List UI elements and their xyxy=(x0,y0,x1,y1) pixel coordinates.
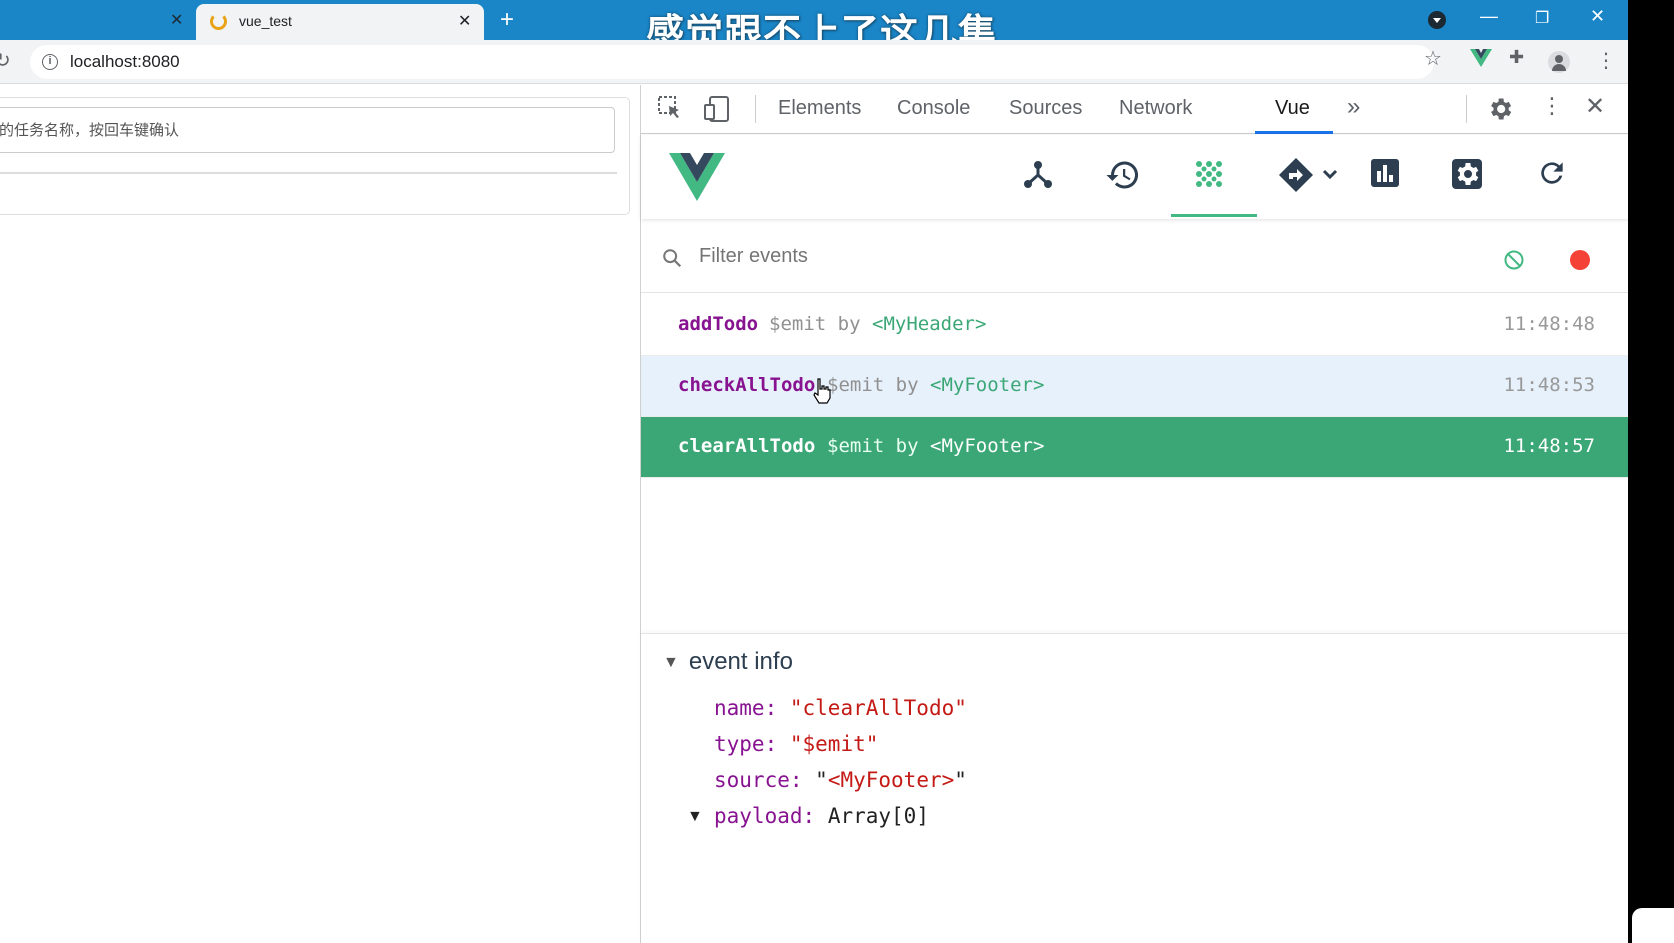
performance-icon[interactable] xyxy=(1369,157,1401,194)
info-type: type: "$emit" xyxy=(714,732,879,756)
event-row-selected[interactable]: clearAllTodo $emit by <MyFooter> 11:48:5… xyxy=(641,417,1628,478)
event-time: 11:48:57 xyxy=(1503,435,1595,457)
filter-events-row xyxy=(641,223,1628,293)
app-page: 的任务名称，按回车键确认 xyxy=(0,85,640,943)
event-emit-text: $emit by <MyFooter> xyxy=(827,435,1045,457)
search-icon xyxy=(661,247,683,274)
event-emit-text: $emit by <MyFooter> xyxy=(827,374,1045,396)
event-name: addTodo xyxy=(678,313,759,335)
title-bar: ✕ vue_test ✕ + 感觉跟不上了这几集 — ❐ ✕ xyxy=(0,0,1628,55)
router-icon[interactable] xyxy=(1278,157,1342,198)
event-name: checkAllTodo xyxy=(678,374,816,396)
divider xyxy=(0,172,617,174)
bookmark-star-icon[interactable]: ☆ xyxy=(1424,46,1442,71)
tab-elements[interactable]: Elements xyxy=(778,97,861,120)
address-bar: ↻ i localhost:8080 ☆ ✚ ⋮ xyxy=(0,40,1628,84)
clear-events-icon[interactable] xyxy=(1503,249,1525,276)
event-info-header[interactable]: ▼ event info xyxy=(663,648,793,676)
tab-title: vue_test xyxy=(239,13,292,29)
info-payload[interactable]: payload: Array[0] xyxy=(714,804,929,828)
tab-network[interactable]: Network xyxy=(1119,97,1192,120)
minimize-button[interactable]: — xyxy=(1480,6,1498,27)
video-frame-border xyxy=(1628,0,1674,943)
components-icon[interactable] xyxy=(1021,157,1055,196)
more-tabs-icon[interactable]: » xyxy=(1347,93,1360,121)
new-tab-button[interactable]: + xyxy=(500,6,514,34)
record-events-icon[interactable] xyxy=(1570,250,1590,270)
info-source: source: "<MyFooter>" xyxy=(714,768,967,792)
devtools-panel: Elements Console Sources Network Vue » ⋮… xyxy=(640,85,1628,943)
event-row[interactable]: checkAllTodo $emit by <MyFooter> 11:48:5… xyxy=(641,356,1628,417)
omnibox[interactable]: i localhost:8080 xyxy=(30,45,1434,79)
separator xyxy=(755,95,756,123)
url-text[interactable]: localhost:8080 xyxy=(70,52,180,72)
refresh-icon[interactable] xyxy=(1536,157,1568,194)
active-vue-tab-indicator xyxy=(1171,214,1257,217)
reload-icon[interactable]: ↻ xyxy=(0,48,11,73)
event-time: 11:48:48 xyxy=(1503,313,1595,335)
event-time: 11:48:53 xyxy=(1503,374,1595,396)
inspect-element-icon[interactable] xyxy=(657,95,683,126)
event-info-panel: ▼ event info name: "clearAllTodo" type: "… xyxy=(641,633,1628,943)
tab-sources[interactable]: Sources xyxy=(1009,97,1082,120)
info-name: name: "clearAllTodo" xyxy=(714,696,967,720)
watermark-icon xyxy=(1632,908,1674,943)
tab-close-icon[interactable]: ✕ xyxy=(458,11,471,31)
profile-avatar-icon[interactable] xyxy=(1548,51,1570,73)
event-source: <MyFooter> xyxy=(930,374,1045,396)
history-icon[interactable] xyxy=(1105,157,1141,198)
close-window-button[interactable]: ✕ xyxy=(1590,6,1605,27)
screen: ✕ vue_test ✕ + 感觉跟不上了这几集 — ❐ ✕ ↻ i local… xyxy=(0,0,1628,943)
todo-input[interactable]: 的任务名称，按回车键确认 xyxy=(0,107,615,153)
vue-devtools-extension-icon[interactable] xyxy=(1470,49,1492,72)
restore-button[interactable]: ❐ xyxy=(1535,8,1549,28)
extensions-puzzle-icon[interactable]: ✚ xyxy=(1509,47,1524,68)
separator xyxy=(1466,95,1467,123)
vue-logo-icon xyxy=(669,153,725,206)
tab-close-icon[interactable]: ✕ xyxy=(170,10,183,30)
vue-settings-icon[interactable] xyxy=(1450,157,1484,196)
tab-vue[interactable]: Vue xyxy=(1275,97,1310,120)
tab-previous[interactable]: ✕ xyxy=(0,0,196,40)
event-source: <MyHeader> xyxy=(872,313,987,335)
browser-menu-icon[interactable]: ⋮ xyxy=(1596,48,1616,73)
devtools-menu-icon[interactable]: ⋮ xyxy=(1541,93,1563,119)
events-icon[interactable] xyxy=(1194,159,1224,194)
favicon-icon xyxy=(210,13,227,30)
site-info-icon[interactable]: i xyxy=(42,54,58,70)
devtools-settings-icon[interactable] xyxy=(1486,95,1514,128)
tab-search-icon[interactable] xyxy=(1428,11,1446,29)
tab-vue-test[interactable]: vue_test ✕ xyxy=(196,4,484,40)
devtools-close-icon[interactable]: ✕ xyxy=(1585,92,1605,121)
event-emit-text: $emit by <MyHeader> xyxy=(769,313,987,335)
event-source: <MyFooter> xyxy=(930,435,1045,457)
hand-cursor-icon xyxy=(813,378,831,409)
active-tab-indicator xyxy=(1255,131,1333,134)
event-name: clearAllTodo xyxy=(678,435,816,457)
devtools-tab-bar: Elements Console Sources Network Vue » ⋮… xyxy=(641,85,1628,134)
collapse-triangle-icon[interactable]: ▼ xyxy=(663,654,679,672)
vue-devtools-toolbar xyxy=(641,135,1628,219)
payload-expand-icon[interactable]: ▼ xyxy=(687,808,703,826)
device-toolbar-icon[interactable] xyxy=(703,95,731,128)
tab-console[interactable]: Console xyxy=(897,97,970,120)
event-row[interactable]: addTodo $emit by <MyHeader> 11:48:48 xyxy=(641,295,1628,356)
filter-events-input[interactable] xyxy=(699,245,1399,268)
